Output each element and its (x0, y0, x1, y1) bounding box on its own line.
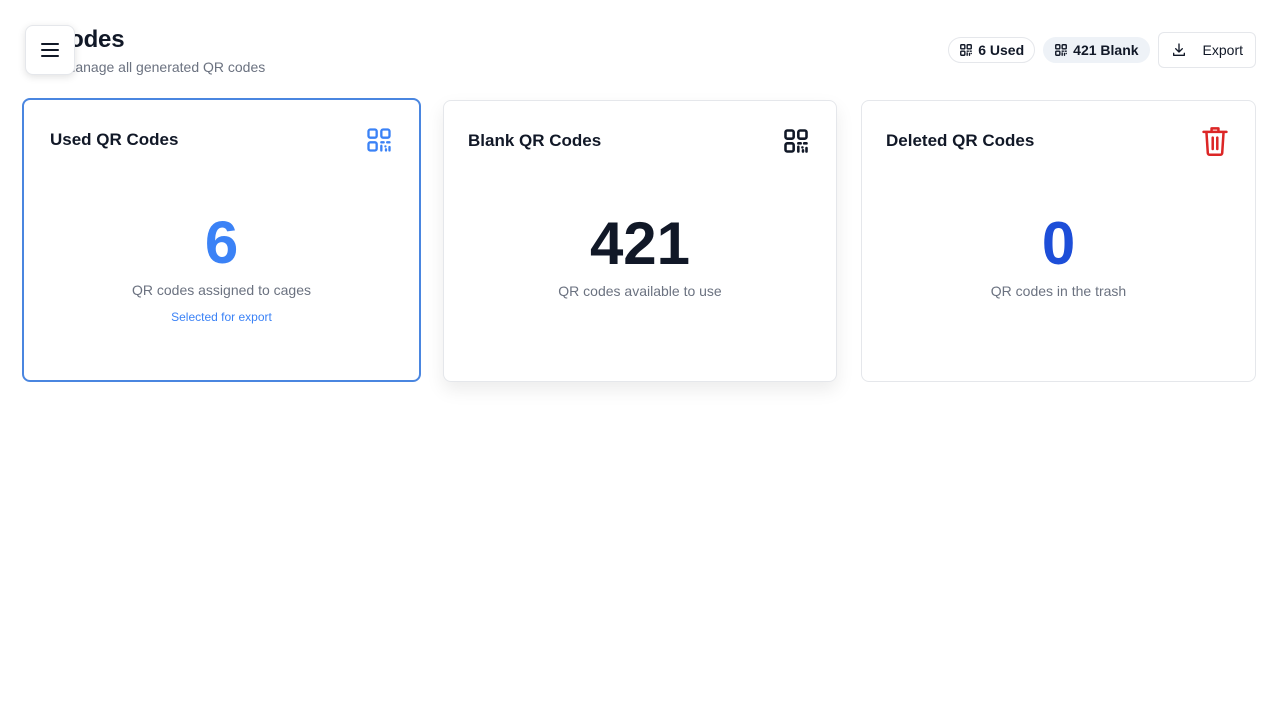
card-description: QR codes available to use (558, 283, 722, 299)
card-description: QR codes assigned to cages (132, 282, 311, 298)
used-count-badge[interactable]: 6 Used (948, 37, 1036, 63)
used-count-label: 6 Used (978, 42, 1025, 58)
card-title: Deleted QR Codes (886, 131, 1035, 150)
qr-code-icon (1055, 44, 1068, 56)
blank-count-label: 421 Blank (1073, 42, 1139, 58)
header-actions: 6 Used 421 Blank Export (948, 32, 1256, 68)
qr-code-icon (782, 127, 810, 160)
export-label: Export (1202, 42, 1243, 58)
card-description: QR codes in the trash (990, 283, 1127, 299)
page-subtitle: d manage all generated QR codes (52, 59, 266, 75)
menu-button[interactable] (25, 25, 75, 75)
trash-icon (1201, 125, 1229, 162)
page-header: Codes d manage all generated QR codes 6 … (0, 0, 1280, 90)
card-title: Blank QR Codes (468, 131, 602, 150)
deleted-qr-codes-card[interactable]: Deleted QR Codes 0 QR codes in the trash (861, 100, 1256, 382)
download-icon (1172, 43, 1185, 56)
title-block: Codes d manage all generated QR codes (52, 26, 265, 76)
hamburger-menu-icon (41, 43, 59, 57)
card-value: 6 (204, 209, 239, 276)
blank-count-badge[interactable]: 421 Blank (1043, 37, 1150, 63)
page-title: Codes (52, 26, 125, 53)
export-selection-note: Selected for export (171, 310, 272, 324)
qr-code-icon (960, 44, 973, 56)
export-button[interactable]: Export (1157, 32, 1256, 68)
blank-qr-codes-card[interactable]: Blank QR Codes 421 QR codes available to… (443, 100, 837, 382)
qr-code-icon (365, 126, 393, 159)
card-title: Used QR Codes (50, 130, 179, 149)
used-qr-codes-card[interactable]: Used QR Codes 6 QR codes assigned to cag… (22, 98, 421, 382)
card-value: 421 (589, 210, 691, 277)
card-value: 0 (1041, 210, 1076, 277)
